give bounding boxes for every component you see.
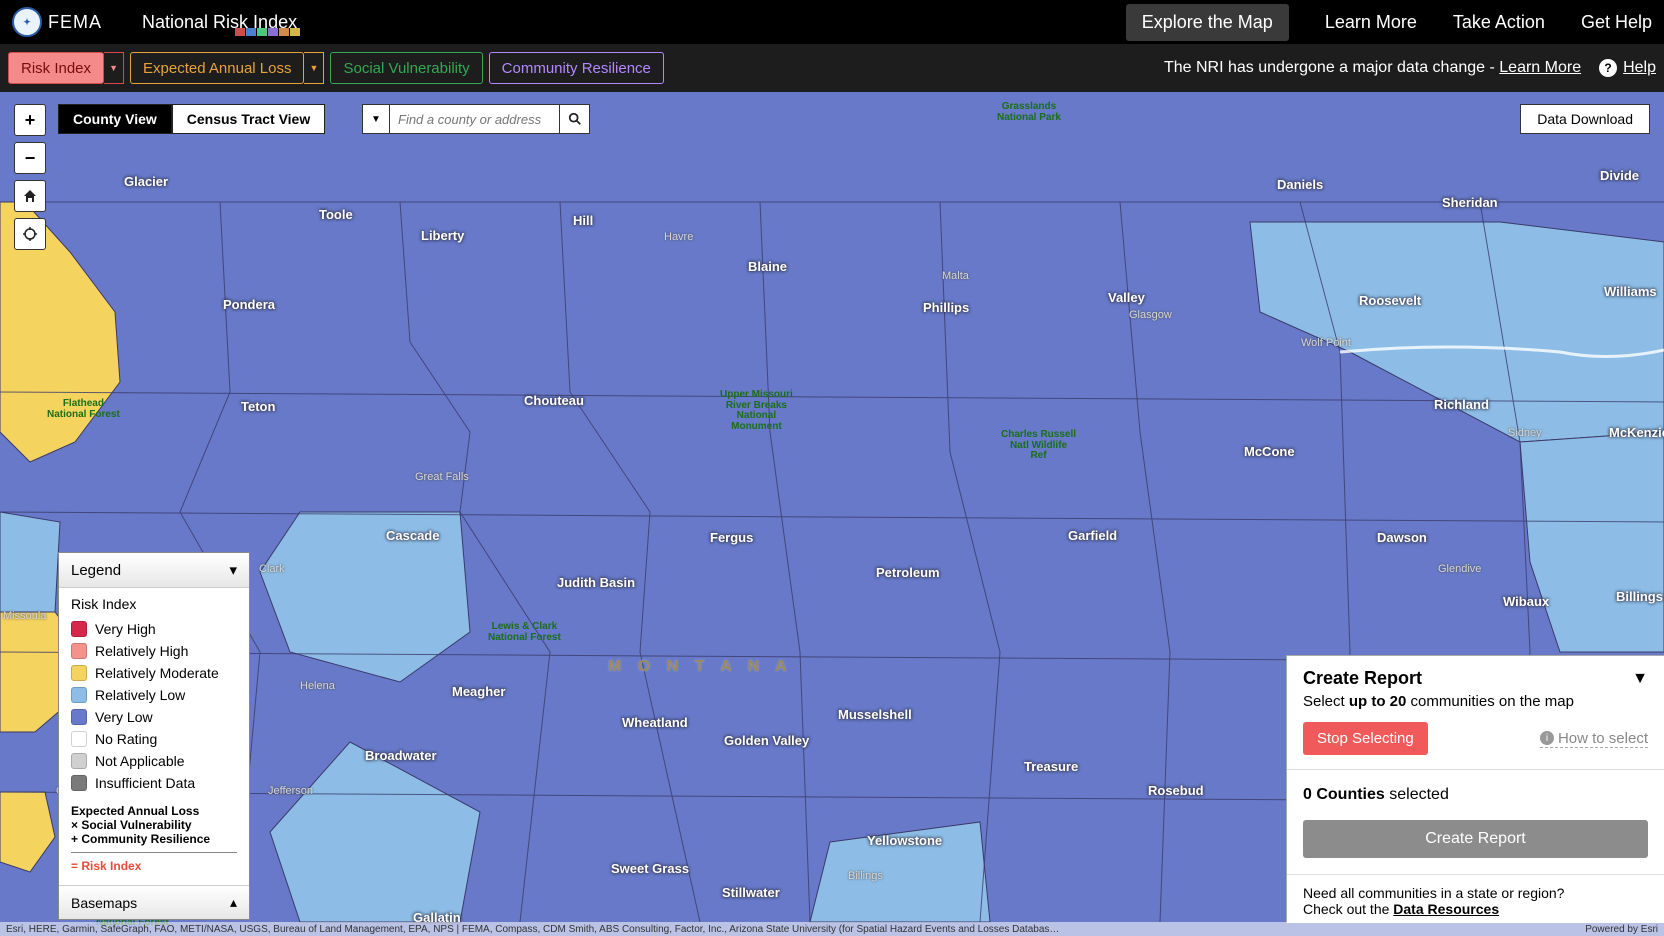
map-canvas[interactable]: GlacierTooleLibertyHillBlainePhillipsVal… (0, 92, 1664, 936)
legend-formula: Expected Annual Loss × Social Vulnerabil… (71, 804, 237, 853)
search-input[interactable] (390, 104, 560, 134)
legend-item-label: Very High (95, 621, 156, 637)
info-icon: i (1540, 731, 1554, 745)
legend-item-label: No Rating (95, 731, 157, 747)
legend-item: Very High (71, 618, 237, 640)
legend-panel: Legend ▾ Risk Index Very High Relatively … (58, 552, 250, 920)
data-change-notice: The NRI has undergone a major data chang… (1164, 59, 1581, 77)
legend-item: Relatively Moderate (71, 662, 237, 684)
map-attribution: Esri, HERE, Garmin, SafeGraph, FAO, METI… (0, 922, 1664, 936)
notice-learn-more-link[interactable]: Learn More (1499, 59, 1581, 76)
nav-get-help[interactable]: Get Help (1581, 12, 1652, 33)
legend-item-label: Not Applicable (95, 753, 185, 769)
legend-section-title: Risk Index (71, 596, 237, 612)
data-resources-link[interactable]: Data Resources (1393, 901, 1499, 917)
chevron-down-icon[interactable]: ▼ (304, 52, 324, 84)
create-report-panel: Create Report ▼ Select up to 20 communit… (1286, 655, 1664, 923)
legend-item-label: Insufficient Data (95, 775, 195, 791)
legend-item: Relatively Low (71, 684, 237, 706)
legend-item-label: Relatively High (95, 643, 188, 659)
report-subtitle: Select up to 20 communities on the map (1287, 693, 1664, 722)
search-button[interactable] (560, 104, 590, 134)
help-icon: ? (1599, 59, 1617, 77)
search-group: ▼ (362, 104, 590, 134)
filter-community-resilience[interactable]: Community Resilience (489, 52, 664, 84)
risk-filter-bar: Risk Index ▼ Expected Annual Loss ▼ Soci… (0, 44, 1664, 92)
filter-expected-annual-loss[interactable]: Expected Annual Loss ▼ (130, 52, 324, 84)
zoom-controls: + − (14, 104, 46, 250)
legend-swatch (71, 643, 87, 659)
legend-result: = Risk Index (71, 859, 237, 873)
legend-item: Not Applicable (71, 750, 237, 772)
legend-swatch (71, 621, 87, 637)
crosshair-icon (22, 226, 38, 242)
legend-toggle[interactable]: Legend ▾ (59, 553, 249, 588)
home-button[interactable] (14, 180, 46, 212)
filter-risk-index[interactable]: Risk Index ▼ (8, 52, 124, 84)
chevron-up-icon: ▴ (230, 894, 237, 911)
help-link[interactable]: Help (1623, 59, 1656, 77)
search-type-dropdown[interactable]: ▼ (362, 104, 390, 134)
top-header: ✦ FEMA National Risk Index Explore the M… (0, 0, 1664, 44)
legend-item: No Rating (71, 728, 237, 750)
help-group[interactable]: ? Help (1599, 59, 1656, 77)
legend-item-label: Very Low (95, 709, 153, 725)
stop-selecting-button[interactable]: Stop Selecting (1303, 722, 1428, 755)
legend-swatch (71, 731, 87, 747)
legend-item: Insufficient Data (71, 772, 237, 794)
fema-text: FEMA (48, 12, 102, 33)
legend-swatch (71, 665, 87, 681)
fema-seal-icon: ✦ (12, 7, 42, 37)
how-to-select-link[interactable]: i How to select (1540, 730, 1648, 748)
powered-by-esri[interactable]: Powered by Esri (1585, 924, 1658, 935)
chevron-down-icon[interactable]: ▼ (1632, 670, 1648, 688)
basemaps-toggle[interactable]: Basemaps ▴ (59, 885, 249, 919)
filter-social-vulnerability[interactable]: Social Vulnerability (330, 52, 482, 84)
data-download-button[interactable]: Data Download (1520, 104, 1650, 134)
create-report-button[interactable]: Create Report (1303, 820, 1648, 858)
legend-swatch (71, 753, 87, 769)
zoom-out-button[interactable]: − (14, 142, 46, 174)
view-toggle: County View Census Tract View (58, 104, 325, 134)
nav-explore-map[interactable]: Explore the Map (1126, 4, 1289, 41)
nav-learn-more[interactable]: Learn More (1325, 12, 1417, 33)
report-title: Create Report (1303, 668, 1422, 689)
legend-swatch (71, 709, 87, 725)
home-icon (22, 188, 38, 204)
census-tract-view-button[interactable]: Census Tract View (172, 104, 325, 134)
report-footer: Need all communities in a state or regio… (1287, 874, 1664, 923)
search-icon (568, 112, 582, 126)
zoom-in-button[interactable]: + (14, 104, 46, 136)
palette-icon (235, 28, 300, 36)
legend-swatch (71, 687, 87, 703)
logo-group: ✦ FEMA (12, 7, 102, 37)
legend-swatch (71, 775, 87, 791)
legend-body: Risk Index Very High Relatively High Relat… (59, 588, 249, 885)
legend-item: Very Low (71, 706, 237, 728)
locate-button[interactable] (14, 218, 46, 250)
chevron-down-icon[interactable]: ▼ (104, 52, 124, 84)
legend-item: Relatively High (71, 640, 237, 662)
riskbar-right: The NRI has undergone a major data chang… (1164, 59, 1656, 77)
county-view-button[interactable]: County View (58, 104, 172, 134)
chevron-down-icon: ▾ (229, 561, 237, 579)
legend-item-label: Relatively Moderate (95, 665, 219, 681)
main-nav: Explore the Map Learn More Take Action G… (1126, 4, 1652, 41)
nav-take-action[interactable]: Take Action (1453, 12, 1545, 33)
legend-item-label: Relatively Low (95, 687, 185, 703)
selection-count: 0 Counties selected (1287, 770, 1664, 820)
